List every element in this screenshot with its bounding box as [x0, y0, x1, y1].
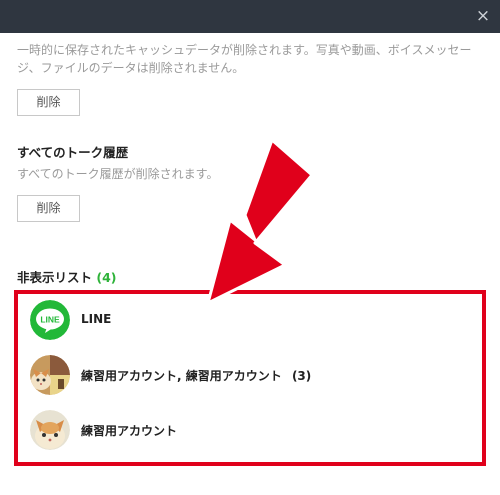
list-item-label: 練習用アカウント, 練習用アカウント (3)	[81, 367, 311, 384]
hidden-list: LINE LINE 練習用アカウント, 練習用アカウント (3) 練習用アカウン…	[14, 290, 486, 466]
svg-text:LINE: LINE	[40, 315, 60, 325]
cache-delete-button[interactable]: 削除	[17, 89, 80, 116]
hidden-list-title-text: 非表示リスト	[17, 270, 93, 285]
group-cat-avatar	[30, 355, 70, 395]
list-item-name: 練習用アカウント, 練習用アカウント	[81, 369, 282, 383]
list-item[interactable]: LINE LINE	[30, 300, 470, 344]
talk-history-description: すべてのトーク履歴が削除されます。	[17, 167, 219, 181]
hidden-list-title: 非表示リスト (4)	[17, 267, 117, 286]
line-logo-icon: LINE	[30, 300, 70, 340]
red-arrow-icon	[206, 138, 314, 305]
talk-history-delete-button[interactable]: 削除	[17, 195, 80, 222]
list-item[interactable]: 練習用アカウント	[30, 410, 470, 454]
list-item-label: 練習用アカウント	[81, 424, 178, 438]
cache-description: 一時的に保存されたキャッシュデータが削除されます。写真や動画、ボイスメッセージ、…	[17, 43, 472, 75]
title-bar: ×	[0, 0, 500, 33]
talk-history-title: すべてのトーク履歴	[17, 145, 129, 160]
hidden-list-count: (4)	[96, 270, 117, 285]
list-item-member-count: (3)	[291, 369, 312, 383]
cat-avatar	[30, 410, 70, 450]
list-item[interactable]: 練習用アカウント, 練習用アカウント (3)	[30, 355, 470, 399]
close-icon: ×	[475, 6, 491, 26]
list-item-label: LINE	[81, 312, 112, 326]
close-button[interactable]: ×	[472, 5, 494, 27]
